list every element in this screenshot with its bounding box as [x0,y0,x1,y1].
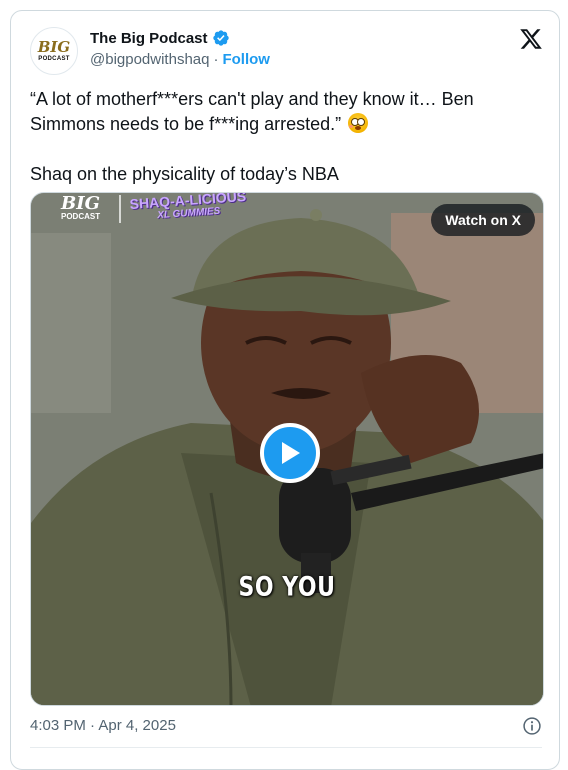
author-name-row: The Big Podcast [90,29,230,47]
video-caption: SO YOU [238,572,336,603]
separator-dot: · [213,51,219,68]
overlay-logo-subtext: PODCAST [61,212,101,221]
tweet-card: BIG PODCAST The Big Podcast @bigpodwiths… [10,10,560,770]
tweet-timestamp[interactable]: 4:03 PM · Apr 4, 2025 [30,717,176,734]
overlay-logo: BIG PODCAST [61,193,101,222]
avatar[interactable]: BIG PODCAST [30,27,78,75]
tweet-subline: Shaq on the physicality of today’s NBA [30,164,339,184]
tweet-quote-text: “A lot of motherf***ers can't play and t… [30,89,474,134]
verified-badge-icon [212,30,229,46]
avatar-logo-subtext: PODCAST [38,55,70,62]
x-logo-icon[interactable] [519,27,543,51]
avatar-logo-text: BIG [37,37,71,56]
tweet-quote: “A lot of motherf***ers can't play and t… [30,87,540,137]
play-icon [282,442,300,464]
play-button[interactable] [260,423,320,483]
flushed-face-emoji-icon [348,113,369,133]
watch-on-x-button[interactable]: Watch on X [431,204,535,236]
overlay-divider [119,195,121,223]
author-display-name[interactable]: The Big Podcast [90,30,208,47]
follow-button[interactable]: Follow [222,51,270,68]
author-handle[interactable]: @bigpodwithshaq [90,51,209,68]
info-icon[interactable] [522,716,542,736]
author-handle-row: @bigpodwithshaq · Follow [90,51,270,68]
video-player[interactable]: BIG PODCAST SHAQ-A-LICIOUS XL GUMMIES Wa… [30,192,544,706]
overlay-logo-text: BIG [61,193,101,214]
